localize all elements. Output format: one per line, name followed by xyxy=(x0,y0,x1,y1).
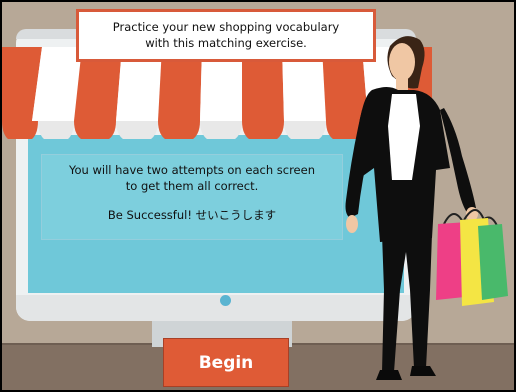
title-line-1: Practice your new shopping vocabulary xyxy=(112,20,340,34)
title-line-2: with this matching exercise. xyxy=(145,36,307,50)
power-dot-icon xyxy=(220,295,231,306)
instructions-line-1: You will have two attempts on each scree… xyxy=(69,163,315,177)
shopper-woman-icon xyxy=(345,36,508,380)
begin-button[interactable]: Begin xyxy=(163,338,289,387)
instructions-line-2: to get them all correct. xyxy=(125,179,259,193)
slide-frame: You will have two attempts on each scree… xyxy=(0,0,516,392)
instructions-line-3: Be Successful! せいこうします xyxy=(107,208,277,222)
title-box: Practice your new shopping vocabulary wi… xyxy=(76,9,376,62)
instructions-panel: You will have two attempts on each scree… xyxy=(41,154,343,240)
